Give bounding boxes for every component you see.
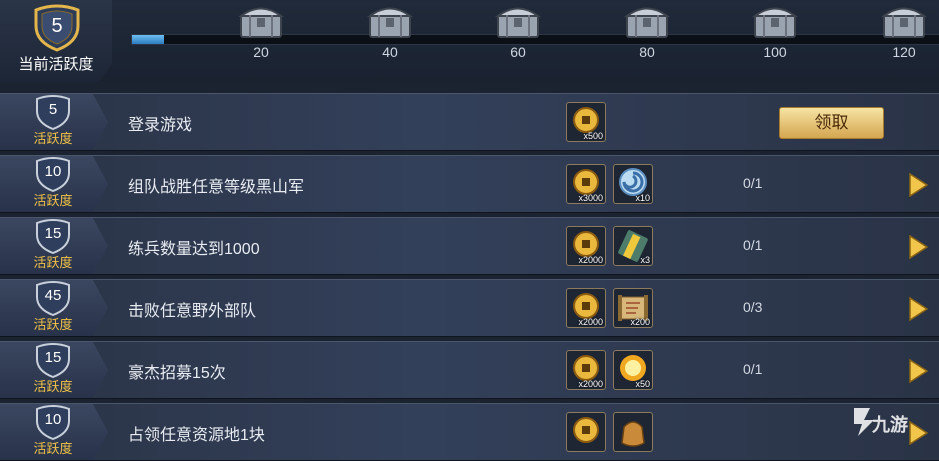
milestone-label: 60 [510, 44, 526, 60]
milestone-chest-icon[interactable] [880, 1, 928, 39]
task-points-value: 10 [44, 411, 62, 428]
reward-quantity: x500 [583, 131, 603, 141]
go-arrow-icon[interactable] [907, 358, 929, 384]
task-progress: 0/1 [743, 237, 763, 253]
claim-button[interactable]: 领取 [779, 107, 884, 139]
reward-item[interactable] [566, 412, 606, 452]
reward-item[interactable]: x50 [613, 350, 653, 390]
reward-item[interactable]: x2000 [566, 226, 606, 266]
task-row: 5 活跃度 登录游戏 x500 领取 [0, 93, 939, 151]
reward-quantity: x10 [635, 193, 650, 203]
activity-progress-fill [132, 35, 165, 44]
task-title: 登录游戏 [128, 117, 193, 134]
activity-progress-header: 5 当前活跃度 20 40 60 80 100 120 [0, 0, 939, 82]
milestone-chest-icon[interactable] [237, 1, 285, 39]
reward-item[interactable]: x10 [613, 164, 653, 204]
reward-quantity: x2000 [578, 317, 603, 327]
task-points-label: 活跃度 [33, 131, 73, 146]
task-title: 组队战胜任意等级黑山军 [128, 179, 305, 196]
task-points-value: 45 [44, 287, 62, 304]
task-points-label: 活跃度 [33, 317, 73, 332]
task-title: 练兵数量达到1000 [128, 241, 260, 258]
copper-coin-icon [567, 417, 605, 451]
task-points-label: 活跃度 [33, 193, 73, 208]
task-row: 15 活跃度 豪杰招募15次 x2000 x50 0/1 [0, 341, 939, 399]
current-activity-value: 5 [51, 15, 63, 37]
reward-quantity: x2000 [578, 255, 603, 265]
task-points-value: 10 [44, 163, 62, 180]
reward-item[interactable]: x2000 [566, 288, 606, 328]
current-activity-badge: 5 当前活跃度 [0, 0, 112, 82]
task-title: 豪杰招募15次 [128, 365, 226, 382]
reward-item[interactable] [613, 412, 653, 452]
task-progress: 0/1 [743, 175, 763, 191]
task-points-label: 活跃度 [33, 379, 73, 394]
task-points-value: 15 [44, 225, 62, 242]
reward-quantity: x3 [640, 255, 650, 265]
go-arrow-icon[interactable] [907, 172, 929, 198]
task-progress: 0/3 [743, 299, 763, 315]
reward-item[interactable]: x3 [613, 226, 653, 266]
milestone-label: 100 [763, 44, 787, 60]
watermark-text: 九游 [872, 415, 908, 435]
task-progress: 0/1 [743, 361, 763, 377]
resource-pouch-icon [614, 421, 652, 451]
reward-item[interactable]: x500 [566, 102, 606, 142]
current-activity-label: 当前活跃度 [18, 56, 94, 73]
task-title: 占领任意资源地1块 [128, 427, 265, 444]
milestone-label: 80 [639, 44, 655, 60]
task-row: 10 活跃度 组队战胜任意等级黑山军 x3000 x10 0/1 [0, 155, 939, 213]
reward-item[interactable]: x2000 [566, 350, 606, 390]
reward-quantity: x2000 [578, 379, 603, 389]
milestone-label: 120 [892, 44, 916, 60]
milestone-chest-icon[interactable] [751, 1, 799, 39]
task-row: 15 活跃度 练兵数量达到1000 x2000 x3 0/1 [0, 217, 939, 275]
milestone-chest-icon[interactable] [623, 1, 671, 39]
milestone-chest-icon[interactable] [366, 1, 414, 39]
milestone-chest-icon[interactable] [494, 1, 542, 39]
task-row: 45 活跃度 击败任意野外部队 x2000 x200 0/3 [0, 279, 939, 337]
milestone-label: 40 [382, 44, 398, 60]
reward-quantity: x3000 [578, 193, 603, 203]
task-points-value: 15 [44, 349, 62, 366]
go-arrow-icon[interactable] [907, 296, 929, 322]
task-points-label: 活跃度 [33, 255, 73, 270]
reward-item[interactable]: x200 [613, 288, 653, 328]
task-title: 击败任意野外部队 [128, 303, 257, 320]
reward-quantity: x200 [630, 317, 650, 327]
task-points-value: 5 [48, 101, 58, 118]
milestone-label: 20 [253, 44, 269, 60]
go-arrow-icon[interactable] [907, 234, 929, 260]
activity-shield-icon: 5 [32, 4, 82, 52]
task-row: 10 活跃度 占领任意资源地1块 [0, 403, 939, 461]
reward-item[interactable]: x3000 [566, 164, 606, 204]
reward-quantity: x50 [635, 379, 650, 389]
